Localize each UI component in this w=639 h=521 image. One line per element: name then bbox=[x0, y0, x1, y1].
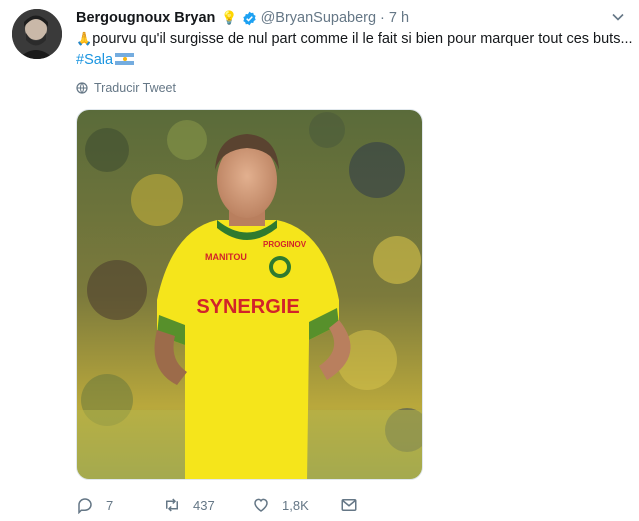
heart-icon bbox=[254, 498, 268, 512]
reply-button[interactable]: 7 bbox=[76, 496, 113, 514]
envelope-icon bbox=[341, 499, 357, 511]
hashtag-link[interactable]: #Sala bbox=[76, 52, 113, 68]
tweet-text: 🙏pourvu qu'il surgisse de nul part comme… bbox=[76, 28, 636, 71]
lightbulb-emoji-icon: 💡 bbox=[221, 10, 238, 25]
jersey-sponsor-text: SYNERGIE bbox=[196, 296, 299, 318]
like-count: 1,8K bbox=[282, 497, 309, 513]
author-avatar[interactable] bbox=[12, 9, 62, 59]
praying-hands-emoji-icon: 🙏 bbox=[76, 31, 93, 46]
jersey-brand-text: MANITOU bbox=[205, 252, 247, 262]
translate-label: Traducir Tweet bbox=[94, 81, 176, 95]
like-button[interactable]: 1,8K bbox=[252, 496, 309, 514]
tweet-actions: 7 437 1,8K bbox=[76, 496, 376, 518]
tweet-photo[interactable]: SYNERGIE MANITOU PROGINOV bbox=[76, 109, 423, 480]
separator-dot: · bbox=[380, 10, 385, 26]
jersey-logo-text: PROGINOV bbox=[263, 240, 307, 249]
chevron-down-icon[interactable] bbox=[611, 10, 625, 24]
author-name[interactable]: Bergougnoux Bryan bbox=[76, 10, 215, 26]
retweet-count: 437 bbox=[193, 497, 215, 513]
tweet-header: Bergougnoux Bryan 💡 @BryanSupaberg · 7 h bbox=[76, 8, 625, 28]
retweet-button[interactable]: 437 bbox=[163, 496, 215, 514]
retweet-icon bbox=[166, 498, 178, 512]
tweet-body: pourvu qu'il surgisse de nul part comme … bbox=[92, 31, 633, 47]
direct-message-button[interactable] bbox=[340, 496, 370, 514]
reply-count: 7 bbox=[106, 497, 114, 513]
reply-icon bbox=[78, 498, 92, 514]
translate-tweet-link[interactable]: Traducir Tweet bbox=[76, 81, 176, 95]
argentina-flag-icon bbox=[115, 53, 135, 65]
tweet-timestamp[interactable]: 7 h bbox=[389, 10, 409, 26]
globe-icon bbox=[76, 82, 88, 94]
author-handle[interactable]: @BryanSupaberg bbox=[261, 10, 376, 26]
verified-badge-icon bbox=[242, 11, 256, 25]
